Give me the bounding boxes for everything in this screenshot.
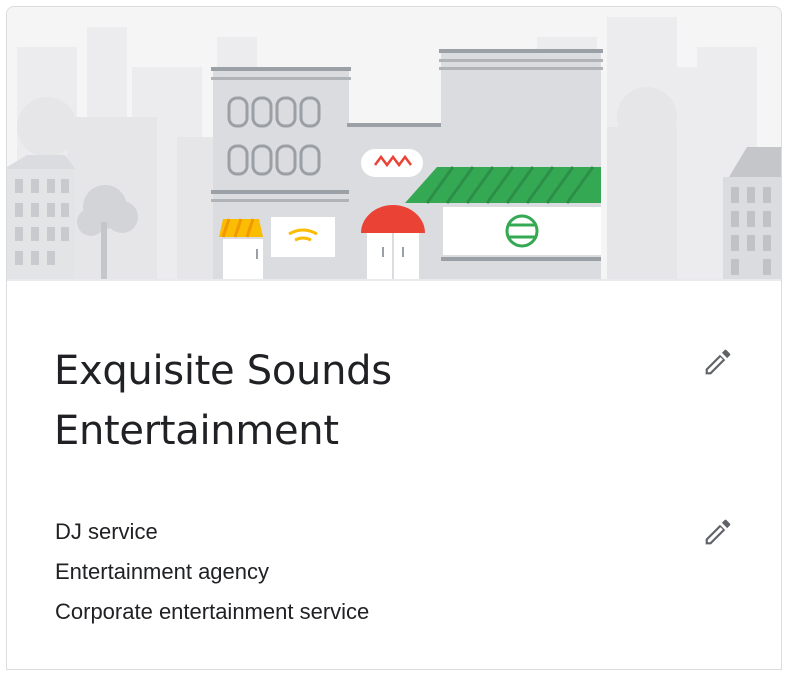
pencil-icon [705,519,731,545]
business-name: Exquisite Sounds Entertainment [54,341,614,461]
category-item: Corporate entertainment service [55,599,370,624]
business-name-line1: Exquisite Sounds [54,348,392,394]
storefront-illustration [7,7,781,281]
category-item: Entertainment agency [55,559,270,584]
edit-categories-button[interactable] [695,511,739,555]
pencil-icon [705,349,731,375]
category-primary: DJ service [55,519,158,544]
edit-business-name-button[interactable] [695,341,739,385]
business-profile-card: Exquisite Sounds Entertainment DJ servic… [6,6,782,670]
business-categories-list: DJ service Entertainment agency Corporat… [55,512,369,632]
business-name-line2: Entertainment [54,408,339,454]
